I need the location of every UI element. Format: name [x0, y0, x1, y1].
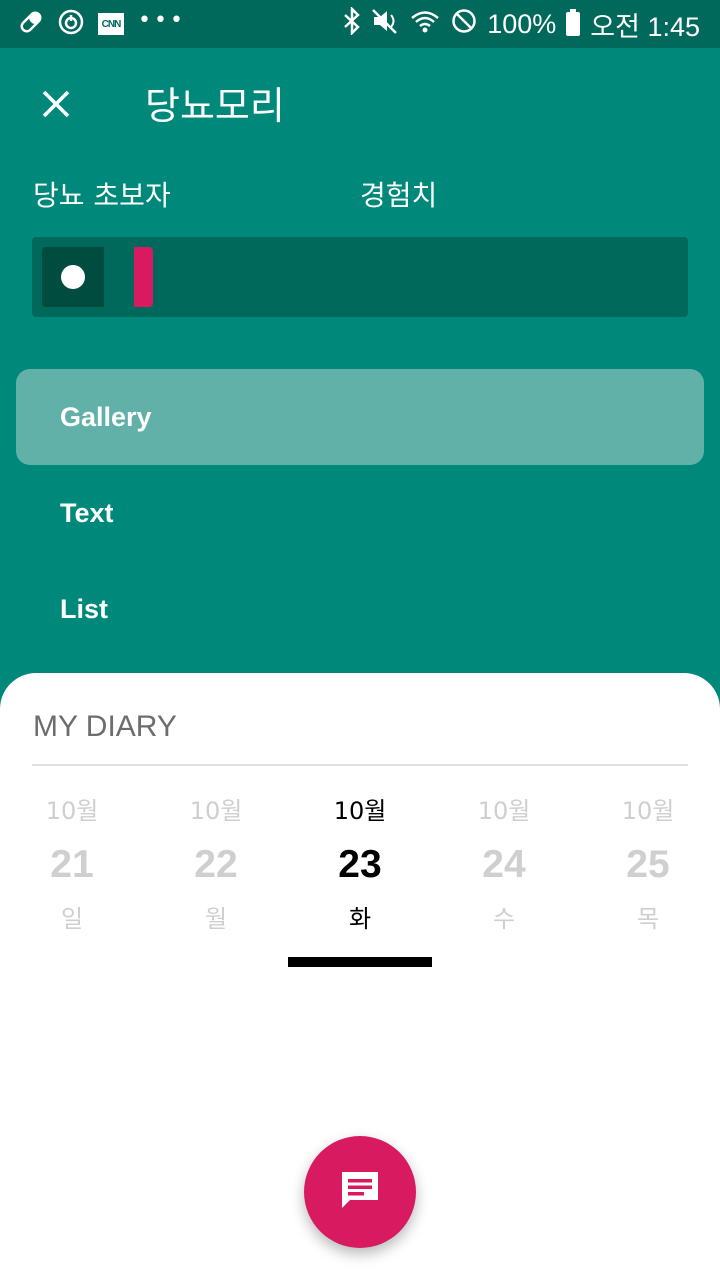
menu-item-text[interactable]: Text	[16, 465, 704, 561]
date-number: 21	[50, 843, 94, 886]
battery-icon	[566, 9, 581, 36]
battery-level: 100%	[487, 8, 557, 39]
date-weekday: 화	[348, 905, 372, 933]
date-item-23-selected[interactable]: 10월 23 화	[288, 791, 432, 939]
status-time: 오전 1:45	[590, 11, 700, 42]
write-diary-button[interactable]	[304, 1136, 416, 1248]
bluetooth-icon	[343, 5, 361, 42]
date-number: 22	[194, 843, 238, 886]
menu-item-gallery[interactable]: Gallery	[16, 369, 704, 465]
mute-icon	[371, 7, 399, 42]
pill-icon	[18, 9, 44, 39]
status-bar: CNN ••• 100% 오전 1:45	[0, 0, 720, 48]
selected-day-indicator	[288, 957, 432, 967]
message-icon	[338, 1168, 382, 1216]
level-label: 당뇨 초보자	[33, 179, 171, 212]
menu-item-label: Text	[60, 497, 114, 528]
date-month: 10월	[45, 797, 99, 825]
exp-label: 경험치	[360, 179, 438, 212]
close-icon	[40, 88, 72, 124]
cnn-icon: CNN	[98, 13, 124, 35]
date-weekday: 목	[636, 905, 660, 933]
status-bar-left: CNN •••	[18, 7, 186, 39]
date-month: 10월	[621, 797, 675, 825]
close-button[interactable]	[30, 80, 82, 132]
date-month: 10월	[477, 797, 531, 825]
wifi-icon	[409, 7, 441, 42]
power-app-icon	[58, 9, 84, 39]
date-item-22[interactable]: 10월 22 월	[144, 791, 288, 939]
date-weekday: 수	[492, 905, 516, 933]
diary-divider	[32, 764, 688, 766]
date-item-25[interactable]: 10월 25 목	[576, 791, 720, 939]
exp-progress-bar	[32, 237, 688, 317]
date-month: 10월	[189, 797, 243, 825]
date-month: 10월	[333, 797, 387, 825]
menu-item-label: Gallery	[60, 401, 152, 432]
menu-item-label: List	[60, 593, 109, 624]
app-title: 당뇨모리	[145, 84, 285, 128]
more-notifications-icon: •••	[138, 7, 186, 33]
date-number: 25	[626, 843, 670, 886]
no-disturb-icon	[451, 8, 477, 41]
exp-progress-cap	[134, 247, 153, 307]
date-item-21[interactable]: 10월 21 일	[0, 791, 144, 939]
status-bar-right: 100% 오전 1:45	[343, 5, 700, 42]
date-weekday: 일	[60, 905, 84, 933]
menu-item-list[interactable]: List	[16, 561, 704, 657]
exp-progress-dot	[61, 265, 85, 289]
date-picker: 10월 21 일 10월 22 월 10월 23 화 10월 24 수 10월 …	[0, 791, 720, 941]
date-number: 24	[482, 843, 526, 886]
date-weekday: 월	[204, 905, 228, 933]
date-item-24[interactable]: 10월 24 수	[432, 791, 576, 939]
date-number: 23	[338, 843, 382, 886]
diary-title: MY DIARY	[33, 710, 177, 743]
